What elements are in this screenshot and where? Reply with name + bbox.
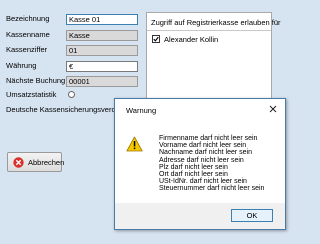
message-line: Vorname darf nicht leer sein bbox=[159, 142, 247, 150]
close-icon[interactable] bbox=[267, 103, 279, 115]
warning-icon bbox=[126, 136, 143, 152]
label-bezeichnung: Bezeichnung bbox=[6, 14, 50, 23]
dialog-title: Warnung bbox=[126, 106, 157, 115]
bezeichnung-input[interactable]: Kasse 01 bbox=[66, 14, 138, 25]
message-list: Firmenname darf nicht leer sein Vorname … bbox=[159, 135, 264, 193]
message-line: Steuernummer darf nicht leer sein bbox=[159, 185, 265, 193]
waehrung-input[interactable]: € bbox=[66, 61, 138, 72]
dialog-footer: OK bbox=[115, 203, 285, 229]
message-line: Plz darf nicht leer sein bbox=[159, 163, 228, 171]
label-kassenziffer: Kassenziffer bbox=[6, 45, 48, 54]
message-line: Ort darf nicht leer sein bbox=[159, 171, 228, 179]
divider bbox=[147, 30, 271, 31]
label-naechste-buchung: Nächste Buchung bbox=[6, 76, 66, 85]
ok-label: OK bbox=[246, 211, 258, 220]
checkmark-icon bbox=[153, 36, 159, 42]
message-line: Nachname darf nicht leer sein bbox=[159, 149, 252, 157]
user-checkbox[interactable] bbox=[152, 35, 160, 43]
cancel-button[interactable]: Abbrechen bbox=[7, 152, 65, 172]
message-line: Adresse darf nicht leer sein bbox=[159, 156, 244, 164]
label-kassenname: Kassenname bbox=[6, 30, 50, 39]
naechste-buchung-field: 00001 bbox=[66, 76, 138, 87]
access-header: Zugriff auf Registrierkasse erlauben für bbox=[151, 18, 281, 27]
umsatzstatistik-radio[interactable] bbox=[68, 91, 75, 98]
dialog-body: Firmenname darf nicht leer sein Vorname … bbox=[115, 121, 285, 203]
message-line: USt-IdNr. darf nicht leer sein bbox=[159, 178, 247, 186]
kassenname-field: Kasse bbox=[66, 30, 138, 41]
label-umsatzstatistik: Umsatzstatistik bbox=[6, 90, 57, 99]
ok-button[interactable]: OK bbox=[231, 209, 273, 222]
label-waehrung: Währung bbox=[6, 61, 37, 70]
kassenziffer-field: 01 bbox=[66, 45, 138, 56]
user-label: Alexander Kollin bbox=[164, 35, 219, 44]
warning-dialog: Warnung Firmenname darf nicht leer sein … bbox=[114, 98, 286, 230]
message-line: Firmenname darf nicht leer sein bbox=[159, 135, 258, 142]
cancel-label: Abbrechen bbox=[28, 158, 65, 167]
cancel-icon bbox=[13, 157, 24, 168]
app-window: { "form": { "fields": [ {"label": "Bezei… bbox=[0, 0, 300, 244]
